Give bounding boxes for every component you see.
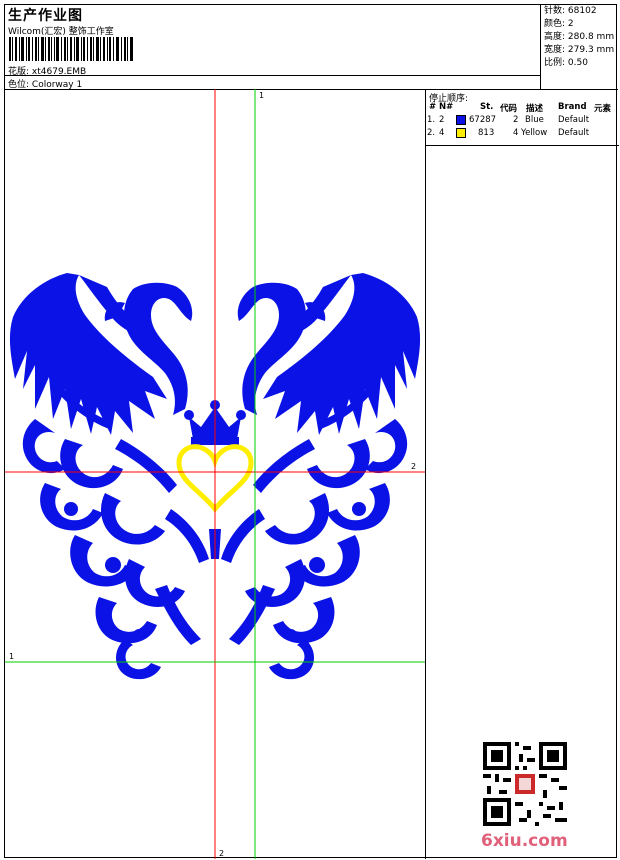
- divider: [5, 75, 541, 76]
- color-count: 颜色: 2: [544, 19, 574, 29]
- divider: [426, 145, 619, 146]
- table-row: 2. 4 813 4 Yellow Default: [427, 128, 590, 138]
- red-axis-label: 2: [411, 462, 417, 471]
- barcode: [9, 37, 133, 61]
- embroidery-design: [5, 89, 425, 859]
- col-header: St.: [480, 102, 494, 112]
- col-header: 代码: [500, 104, 518, 114]
- color-swatch: [456, 128, 466, 138]
- page-title: 生产作业图: [8, 8, 83, 24]
- stop-sequence-table: # N# St. 代码 描述 Brand 元素 1. 2 67287 2 Blu…: [426, 101, 619, 140]
- watermark: 6xiu.com: [481, 831, 568, 851]
- design-canvas: 1 1 2 2: [5, 89, 425, 859]
- table-header: # N# St. 代码 描述 Brand 元素: [426, 101, 619, 114]
- color-swatch: [456, 115, 466, 125]
- green-axis-label: 1: [9, 652, 15, 661]
- col-header: N#: [439, 102, 454, 112]
- red-axis-label: 2: [219, 849, 225, 858]
- stop-sequence-panel: 停止顺序: # N# St. 代码 描述 Brand 元素 1. 2 67287…: [425, 89, 619, 859]
- col-header: Brand: [558, 102, 587, 112]
- design-height: 高度: 280.8 mm: [544, 32, 615, 42]
- header-info: 生产作业图 Wilcom(汇宏) 整饰工作室 花版: xt4679.EMB 色位…: [5, 5, 541, 90]
- stats-panel: 针数: 68102 颜色: 2 高度: 280.8 mm 宽度: 279.3 m…: [542, 5, 618, 89]
- col-header: #: [429, 102, 437, 112]
- stitch-count: 针数: 68102: [544, 6, 597, 16]
- col-header: 元素: [594, 104, 612, 114]
- qr-code: [483, 742, 567, 826]
- table-row: 1. 2 67287 2 Blue Default: [427, 115, 590, 125]
- design-width: 宽度: 279.3 mm: [544, 45, 615, 55]
- studio-name: Wilcom(汇宏) 整饰工作室: [8, 27, 114, 37]
- design-scale: 比例: 0.50: [544, 58, 588, 68]
- worksheet: 生产作业图 Wilcom(汇宏) 整饰工作室 花版: xt4679.EMB 色位…: [4, 4, 619, 859]
- col-header: 描述: [526, 104, 544, 114]
- green-axis-label: 1: [259, 91, 265, 100]
